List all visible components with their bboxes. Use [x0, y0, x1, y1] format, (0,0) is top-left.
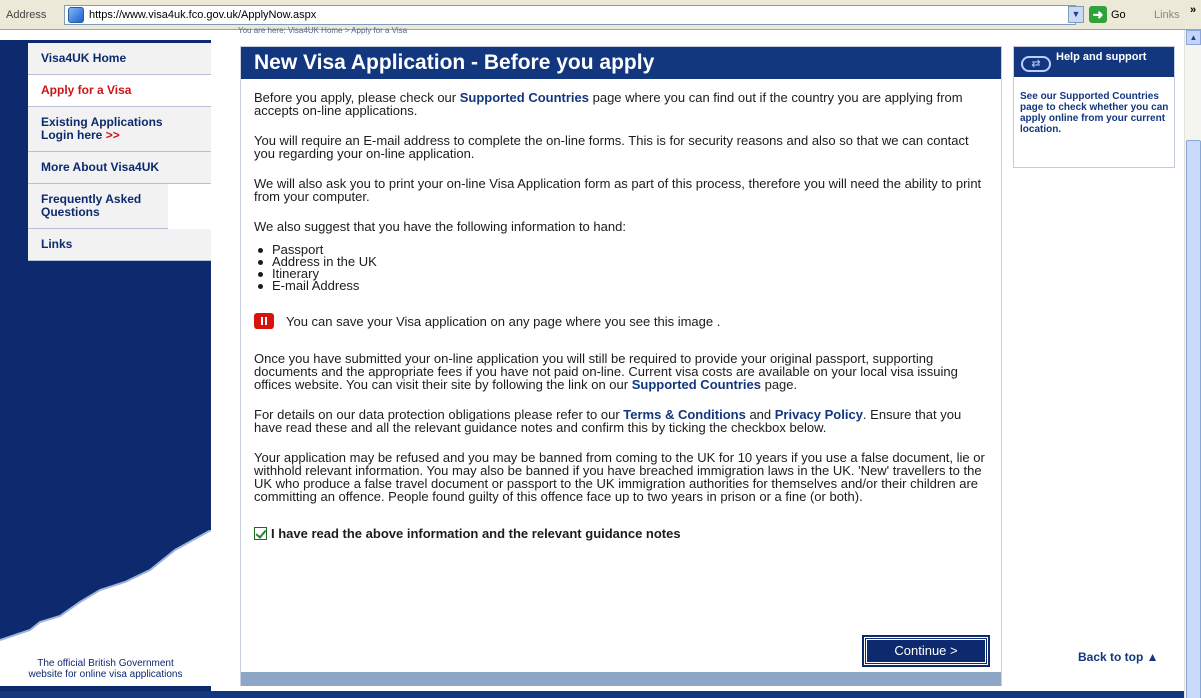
pause-save-icon: [254, 313, 274, 329]
nav-list: Visa4UK Home Apply for a Visa Existing A…: [28, 43, 211, 261]
links-more-icon[interactable]: »: [1190, 4, 1196, 16]
address-label: Address: [6, 9, 47, 21]
main-panel: New Visa Application - Before you apply …: [240, 46, 1002, 686]
links-toolbar-label[interactable]: Links: [1154, 9, 1180, 21]
nav-item-apply[interactable]: Apply for a Visa: [28, 75, 211, 107]
official-government-note: The official British Government website …: [0, 656, 211, 686]
help-header: ⇄ Help and support: [1014, 47, 1174, 77]
help-title: Help and support: [1056, 51, 1147, 63]
page-bottom-strip: [0, 691, 1184, 698]
confirm-row: I have read the above information and th…: [254, 527, 992, 540]
nav-item-home[interactable]: Visa4UK Home: [28, 43, 211, 75]
nav-item-existing-applications[interactable]: Existing Applications Login here >>: [28, 107, 211, 152]
list-item: Address in the UK: [258, 255, 992, 268]
list-item: E-mail Address: [258, 279, 992, 292]
back-to-top-link[interactable]: Back to top ▲: [1078, 650, 1159, 664]
nav-item-existing-label: Existing Applications: [41, 115, 163, 129]
help-panel: ⇄ Help and support See our Supported Cou…: [1013, 46, 1175, 168]
browser-address-bar: Address https://www.visa4uk.fco.gov.uk/A…: [0, 0, 1201, 30]
page-title: New Visa Application - Before you apply: [241, 47, 1001, 79]
p5-text: Once you have submitted your on-line app…: [254, 351, 958, 392]
nav-wave-decoration: [0, 530, 211, 660]
save-notice: You can save your Visa application on an…: [254, 313, 992, 329]
paragraph-print: We will also ask you to print your on-li…: [254, 176, 982, 204]
chevron-down-icon[interactable]: ▼: [1068, 6, 1084, 23]
official-line-1: The official British Government: [37, 658, 174, 669]
double-arrow-icon: >>: [105, 128, 120, 142]
paragraph-supported-countries: Before you apply, please check our Suppo…: [254, 91, 992, 117]
required-info-list: Passport Address in the UK Itinerary E-m…: [258, 243, 992, 292]
main-panel-footer: [241, 672, 1001, 686]
supported-countries-link-2[interactable]: Supported Countries: [632, 377, 761, 392]
supported-countries-link[interactable]: Supported Countries: [460, 90, 589, 105]
scroll-up-icon[interactable]: ▲: [1186, 30, 1201, 45]
handshake-icon: ⇄: [1021, 56, 1051, 72]
url-input[interactable]: https://www.visa4uk.fco.gov.uk/ApplyNow.…: [64, 5, 1076, 25]
web-page: Visa4UK Home Apply for a Visa Existing A…: [0, 26, 1201, 698]
list-item: Itinerary: [258, 267, 992, 280]
p5-text-end: page.: [760, 377, 798, 392]
official-line-2: website for online visa applications: [28, 669, 183, 680]
breadcrumb: You are here: Visa4UK Home > Apply for a…: [238, 26, 408, 35]
go-button[interactable]: Go: [1111, 9, 1126, 21]
left-navigation: Visa4UK Home Apply for a Visa Existing A…: [0, 30, 222, 698]
nav-item-links[interactable]: Links: [28, 229, 211, 261]
vertical-scrollbar[interactable]: ▲: [1184, 30, 1201, 698]
help-link[interactable]: See our Supported Countries page to chec…: [1020, 91, 1170, 135]
paragraph-suggest: We also suggest that you have the follow…: [254, 219, 626, 234]
main-content: Before you apply, please check our Suppo…: [254, 91, 992, 540]
paragraph-warning: Your application may be refused and you …: [254, 450, 985, 504]
page-icon: [68, 7, 84, 23]
url-text[interactable]: https://www.visa4uk.fco.gov.uk/ApplyNow.…: [89, 9, 316, 21]
paragraph-data-protection: For details on our data protection oblig…: [254, 408, 992, 434]
continue-button[interactable]: Continue >: [862, 635, 990, 667]
nav-item-faq[interactable]: Frequently Asked Questions: [28, 184, 168, 229]
save-notice-text: You can save your Visa application on an…: [286, 313, 721, 329]
paragraph-email: You will require an E-mail address to co…: [254, 133, 969, 161]
confirm-checkbox[interactable]: [254, 527, 267, 540]
confirm-label[interactable]: I have read the above information and th…: [271, 527, 681, 540]
go-arrow-icon[interactable]: ➜: [1089, 6, 1107, 23]
nav-item-login-label: Login here: [41, 128, 103, 142]
nav-item-more-about[interactable]: More About Visa4UK: [28, 152, 211, 184]
scroll-thumb[interactable]: [1186, 140, 1201, 698]
paragraph-submission: Once you have submitted your on-line app…: [254, 352, 992, 391]
